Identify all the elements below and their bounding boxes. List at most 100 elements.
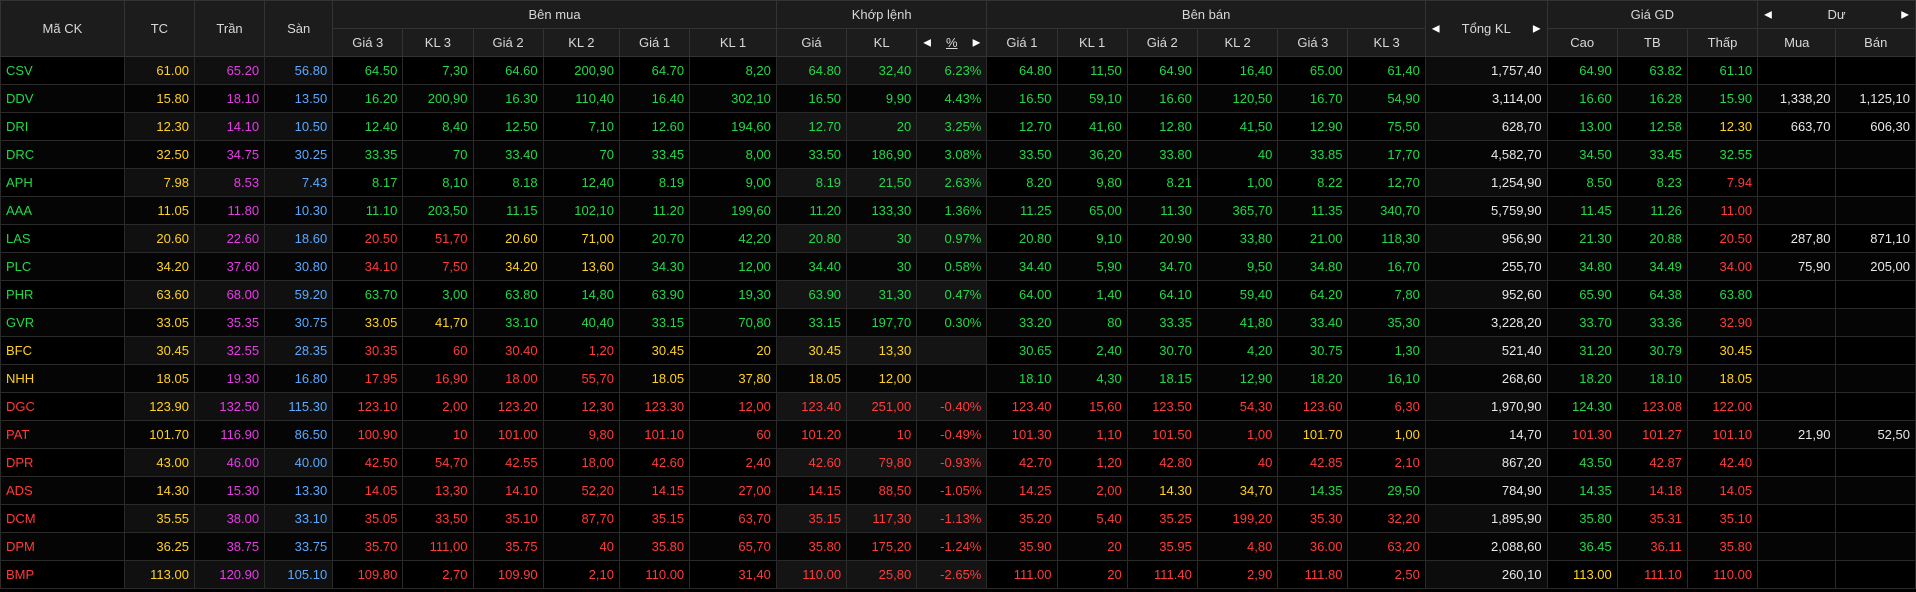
- symbol-cell[interactable]: PAT: [0, 420, 125, 449]
- ref-price-cell: 12.30: [123, 112, 195, 141]
- caret-right-icon[interactable]: ▶: [1901, 9, 1909, 20]
- sell-price-2-cell: 42.80: [1126, 448, 1198, 477]
- match-pct-cell: -0.40%: [916, 392, 988, 421]
- caret-right-icon[interactable]: ▶: [1533, 23, 1541, 34]
- symbol-cell[interactable]: PHR: [0, 280, 125, 309]
- symbol-cell[interactable]: DCM: [0, 504, 125, 533]
- table-row[interactable]: DRI 12.30 14.10 10.50 12.40 8,40 12.50 7,10 12.6…: [0, 112, 1916, 141]
- symbol-cell[interactable]: DPR: [0, 448, 125, 477]
- avg-price-cell: 101.27: [1616, 420, 1688, 449]
- match-vol-cell: 133,30: [846, 196, 918, 225]
- col-sell-price-2[interactable]: Giá 2: [1126, 28, 1198, 57]
- sell-vol-3-cell: 12,70: [1347, 168, 1426, 197]
- table-row[interactable]: NHH 18.05 19.30 16.80 17.95 16,90 18.00 55,70 18…: [0, 364, 1916, 393]
- group-match: Khớp lệnh: [775, 0, 988, 29]
- table-row[interactable]: GVR 33.05 35.35 30.75 33.05 41,70 33.10 40,40 33…: [0, 308, 1916, 337]
- symbol-cell[interactable]: DRI: [0, 112, 125, 141]
- buy-price-2-cell: 11.15: [472, 196, 544, 225]
- sell-vol-2-cell: 4,80: [1196, 532, 1279, 561]
- avg-price-cell: 35.31: [1616, 504, 1688, 533]
- buy-vol-1-cell: 12,00: [689, 252, 777, 281]
- sell-vol-1-cell: 1,10: [1056, 420, 1128, 449]
- symbol-cell[interactable]: LAS: [0, 224, 125, 253]
- caret-left-icon[interactable]: ◀: [1432, 23, 1440, 34]
- col-buy-vol-2[interactable]: KL 2: [542, 28, 621, 57]
- table-row[interactable]: DRC 32.50 34.75 30.25 33.35 70 33.40 70 33.45 8,0…: [0, 140, 1916, 169]
- col-sell-vol-2[interactable]: KL 2: [1196, 28, 1279, 57]
- col-sell-price-1[interactable]: Giá 1: [986, 28, 1058, 57]
- col-buy-price-2[interactable]: Giá 2: [472, 28, 544, 57]
- ref-price-cell: 30.45: [123, 336, 195, 365]
- low-price-cell: 35.10: [1686, 504, 1759, 533]
- caret-left-icon[interactable]: ◀: [923, 37, 931, 48]
- table-row[interactable]: DPM 36.25 38.75 33.75 35.70 111,00 35.75 40 35.8…: [0, 532, 1916, 561]
- symbol-cell[interactable]: GVR: [0, 308, 125, 337]
- table-row[interactable]: APH 7.98 8.53 7.43 8.17 8,10 8.18 12,40 8.19 9,00…: [0, 168, 1916, 197]
- symbol-cell[interactable]: DPM: [0, 532, 125, 561]
- table-row[interactable]: ADS 14.30 15.30 13.30 14.05 13,30 14.10 52,20 14…: [0, 476, 1916, 505]
- col-low[interactable]: Thấp: [1686, 28, 1759, 57]
- col-buy-vol-1[interactable]: KL 1: [689, 28, 777, 57]
- symbol-cell[interactable]: ADS: [0, 476, 125, 505]
- sell-vol-1-cell: 5,40: [1056, 504, 1128, 533]
- high-price-cell: 43.50: [1546, 448, 1618, 477]
- buy-vol-3-cell: 7,50: [402, 252, 474, 281]
- col-sell-vol-1[interactable]: KL 1: [1056, 28, 1128, 57]
- match-pct-cell: 0.47%: [916, 280, 988, 309]
- symbol-cell[interactable]: AAA: [0, 196, 125, 225]
- symbol-cell[interactable]: NHH: [0, 364, 125, 393]
- sell-vol-2-cell: 41,50: [1196, 112, 1279, 141]
- low-price-cell: 63.80: [1686, 280, 1759, 309]
- col-match-price[interactable]: Giá: [775, 28, 848, 57]
- match-vol-cell: 10: [846, 420, 918, 449]
- table-row[interactable]: CSV 61.00 65.20 56.80 64.50 7,30 64.60 200,90 64…: [0, 56, 1916, 85]
- col-match-vol[interactable]: KL: [846, 28, 918, 57]
- avg-price-cell: 18.10: [1616, 364, 1688, 393]
- sell-price-2-cell: 64.10: [1126, 280, 1198, 309]
- col-floor[interactable]: Sàn: [264, 0, 334, 57]
- col-total[interactable]: ◀ Tổng KL ▶: [1424, 0, 1548, 57]
- floor-price-cell: 13.50: [264, 84, 334, 113]
- table-row[interactable]: BMP 113.00 120.90 105.10 109.80 2,70 109.90 2,1…: [0, 560, 1916, 589]
- col-foreign-sell[interactable]: Bán: [1835, 28, 1916, 57]
- table-row[interactable]: PLC 34.20 37.60 30.80 34.10 7,50 34.20 13,60 34.…: [0, 252, 1916, 281]
- col-avg[interactable]: TB: [1616, 28, 1688, 57]
- col-match-pct[interactable]: ◀ % ▶: [916, 28, 988, 57]
- col-sell-vol-3[interactable]: KL 3: [1347, 28, 1426, 57]
- table-row[interactable]: DDV 15.80 18.10 13.50 16.20 200,90 16.30 110,40…: [0, 84, 1916, 113]
- col-foreign-buy[interactable]: Mua: [1757, 28, 1837, 57]
- sell-vol-1-cell: 59,10: [1056, 84, 1128, 113]
- caret-left-icon[interactable]: ◀: [1764, 9, 1772, 20]
- table-row[interactable]: BFC 30.45 32.55 28.35 30.35 60 30.40 1,20 30.45 2…: [0, 336, 1916, 365]
- table-row[interactable]: DPR 43.00 46.00 40.00 42.50 54,70 42.55 18,00 42…: [0, 448, 1916, 477]
- symbol-cell[interactable]: DDV: [0, 84, 125, 113]
- symbol-cell[interactable]: CSV: [0, 56, 125, 85]
- table-row[interactable]: PAT 101.70 116.90 86.50 100.90 10 101.00 9,80 10…: [0, 420, 1916, 449]
- col-buy-vol-3[interactable]: KL 3: [402, 28, 474, 57]
- symbol-cell[interactable]: DRC: [0, 140, 125, 169]
- sell-vol-3-cell: 2,50: [1347, 560, 1426, 589]
- buy-price-3-cell: 14.05: [332, 476, 404, 505]
- col-high[interactable]: Cao: [1546, 28, 1618, 57]
- table-row[interactable]: LAS 20.60 22.60 18.60 20.50 51,70 20.60 71,00 20…: [0, 224, 1916, 253]
- symbol-cell[interactable]: BFC: [0, 336, 125, 365]
- table-row[interactable]: DGC 123.90 132.50 115.30 123.10 2,00 123.20 12,…: [0, 392, 1916, 421]
- symbol-cell[interactable]: PLC: [0, 252, 125, 281]
- caret-right-icon[interactable]: ▶: [973, 37, 981, 48]
- match-pct-cell: 4.43%: [916, 84, 988, 113]
- col-ceil[interactable]: Trần: [193, 0, 266, 57]
- table-row[interactable]: PHR 63.60 68.00 59.20 63.70 3,00 63.80 14,80 63.…: [0, 280, 1916, 309]
- foreign-buy-cell: [1757, 56, 1837, 85]
- symbol-cell[interactable]: DGC: [0, 392, 125, 421]
- col-buy-price-1[interactable]: Giá 1: [618, 28, 691, 57]
- col-symbol[interactable]: Mã CK: [0, 0, 125, 57]
- sell-vol-3-cell: 61,40: [1347, 56, 1426, 85]
- table-row[interactable]: DCM 35.55 38.00 33.10 35.05 33,50 35.10 87,70 35…: [0, 504, 1916, 533]
- symbol-cell[interactable]: APH: [0, 168, 125, 197]
- col-ref[interactable]: TC: [123, 0, 195, 57]
- table-row[interactable]: AAA 11.05 11.80 10.30 11.10 203,50 11.15 102,10…: [0, 196, 1916, 225]
- col-sell-price-3[interactable]: Giá 3: [1277, 28, 1349, 57]
- col-buy-price-3[interactable]: Giá 3: [332, 28, 404, 57]
- foreign-sell-cell: [1835, 336, 1916, 365]
- symbol-cell[interactable]: BMP: [0, 560, 125, 589]
